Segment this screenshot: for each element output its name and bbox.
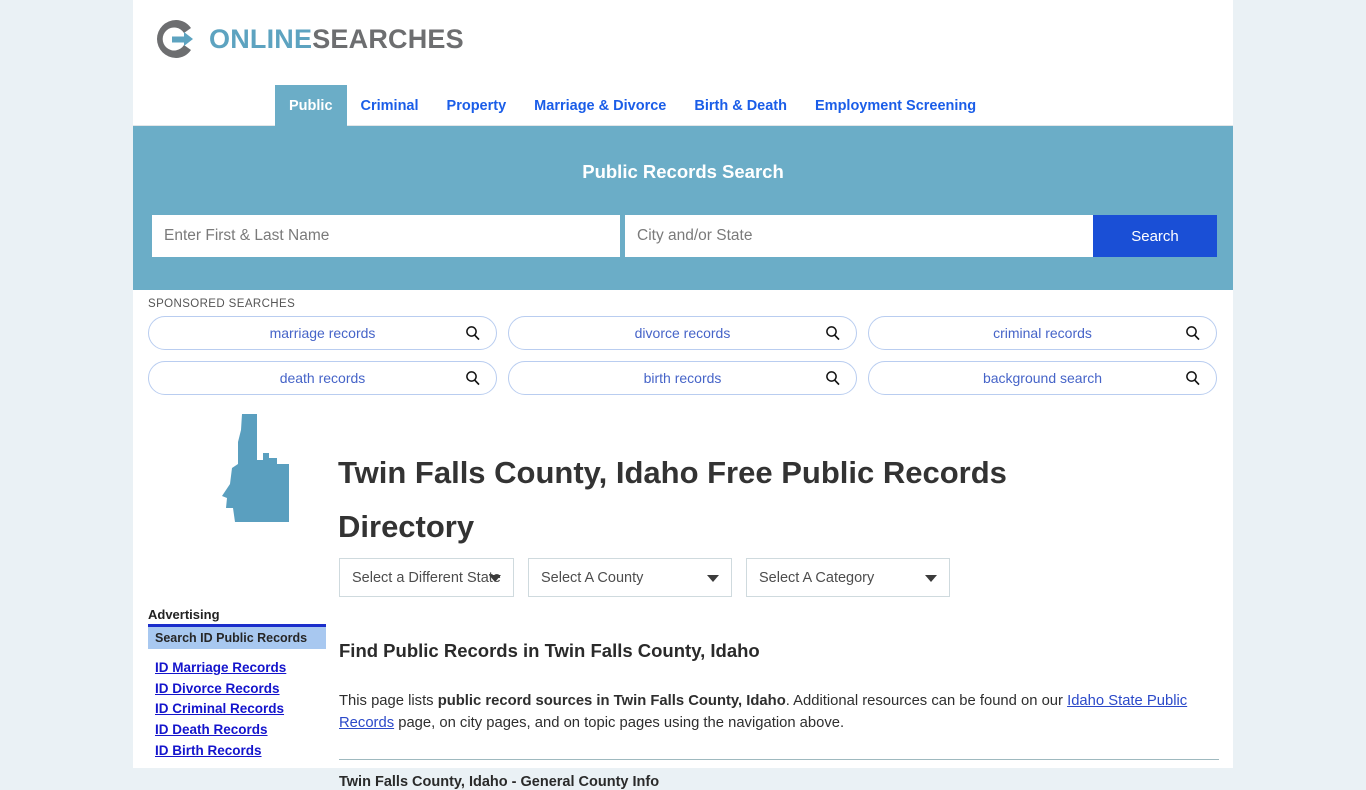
search-icon [825,325,841,341]
sponsored-pill-criminal-records[interactable]: criminal records [868,316,1217,350]
nav-item-property[interactable]: Property [433,85,521,126]
search-icon [825,370,841,386]
sponsored-searches-label: SPONSORED SEARCHES [148,298,296,310]
nav-item-criminal[interactable]: Criminal [347,85,433,126]
public-records-search-panel: Public Records Search Search [133,126,1233,290]
advertising-label: Advertising [148,607,220,622]
ad-link-list: ID Marriage Records ID Divorce Records I… [148,658,326,762]
select-category-label: Select A Category [759,569,875,586]
site-logo[interactable]: ONLINESEARCHES [153,16,464,62]
general-county-info-heading: Twin Falls County, Idaho - General Count… [339,774,660,790]
name-search-input[interactable] [152,215,620,257]
main-navigation: Public Criminal Property Marriage & Divo… [133,85,1233,126]
content-heading: Find Public Records in Twin Falls County… [339,640,760,662]
ad-link-birth-records[interactable]: ID Birth Records [155,741,326,762]
page-container: ONLINESEARCHES Public Criminal Property … [133,0,1233,790]
sponsored-pill-label: birth records [643,370,722,386]
filter-selects: Select a Different State Select A County… [339,558,950,597]
sponsored-pill-label: death records [279,370,366,386]
paragraph-text-1: This page lists [339,693,438,710]
chevron-down-icon [489,574,501,582]
search-form: Search [152,215,1217,257]
circle-arrow-logo-icon [153,16,199,62]
ad-link-divorce-records[interactable]: ID Divorce Records [155,679,326,700]
sponsored-searches-section: SPONSORED SEARCHES marriage records divo… [148,298,1218,395]
sponsored-pill-label: criminal records [993,325,1092,341]
paragraph-bold-phrase: public record sources in Twin Falls Coun… [437,693,786,710]
content-divider [339,759,1219,761]
paragraph-text-3: page, on city pages, and on topic pages … [394,715,845,732]
paragraph-text-2: . Additional resources can be found on o… [785,693,1068,710]
search-button[interactable]: Search [1093,215,1217,257]
select-county-label: Select A County [541,569,644,586]
ad-link-criminal-records[interactable]: ID Criminal Records [155,699,326,720]
sponsored-pill-divorce-records[interactable]: divorce records [508,316,857,350]
sponsored-pill-marriage-records[interactable]: marriage records [148,316,497,350]
sponsored-pill-background-search[interactable]: background search [868,361,1217,395]
advertising-sidebar: Advertising Search ID Public Records ID … [148,607,326,762]
search-icon [465,325,481,341]
select-state-label: Select a Different State [352,569,501,586]
sponsored-search-grid: marriage records divorce records crimina… [148,316,1218,395]
content-paragraph: This page lists public record sources in… [339,690,1219,734]
nav-item-public[interactable]: Public [275,85,347,126]
idaho-state-map-icon [219,412,291,524]
sponsored-pill-death-records[interactable]: death records [148,361,497,395]
ad-link-death-records[interactable]: ID Death Records [155,720,326,741]
chevron-down-icon [925,574,937,582]
page-title: Twin Falls County, Idaho Free Public Rec… [338,454,1007,544]
logo-text-online: ONLINE [209,23,313,54]
hero-title: Public Records Search [582,161,784,182]
nav-item-birth-death[interactable]: Birth & Death [680,85,801,126]
ad-panel-header: Search ID Public Records [148,627,326,649]
search-icon [465,370,481,386]
main-content: Find Public Records in Twin Falls County… [339,625,1219,790]
sponsored-pill-label: divorce records [634,325,731,341]
select-county-dropdown[interactable]: Select A County [528,558,732,597]
logo-text-searches: SEARCHES [312,23,464,54]
ad-link-marriage-records[interactable]: ID Marriage Records [155,658,326,679]
search-icon [1185,325,1201,341]
nav-item-marriage-divorce[interactable]: Marriage & Divorce [520,85,680,126]
ad-panel-title: Search ID Public Records [155,631,308,645]
logo-text: ONLINESEARCHES [209,24,464,55]
sponsored-pill-birth-records[interactable]: birth records [508,361,857,395]
select-category-dropdown[interactable]: Select A Category [746,558,950,597]
select-state-dropdown[interactable]: Select a Different State [339,558,514,597]
nav-item-employment-screening[interactable]: Employment Screening [801,85,990,126]
search-icon [1185,370,1201,386]
sponsored-pill-label: background search [982,370,1103,386]
location-search-input[interactable] [625,215,1093,257]
chevron-down-icon [707,574,719,582]
sponsored-pill-label: marriage records [269,325,376,341]
